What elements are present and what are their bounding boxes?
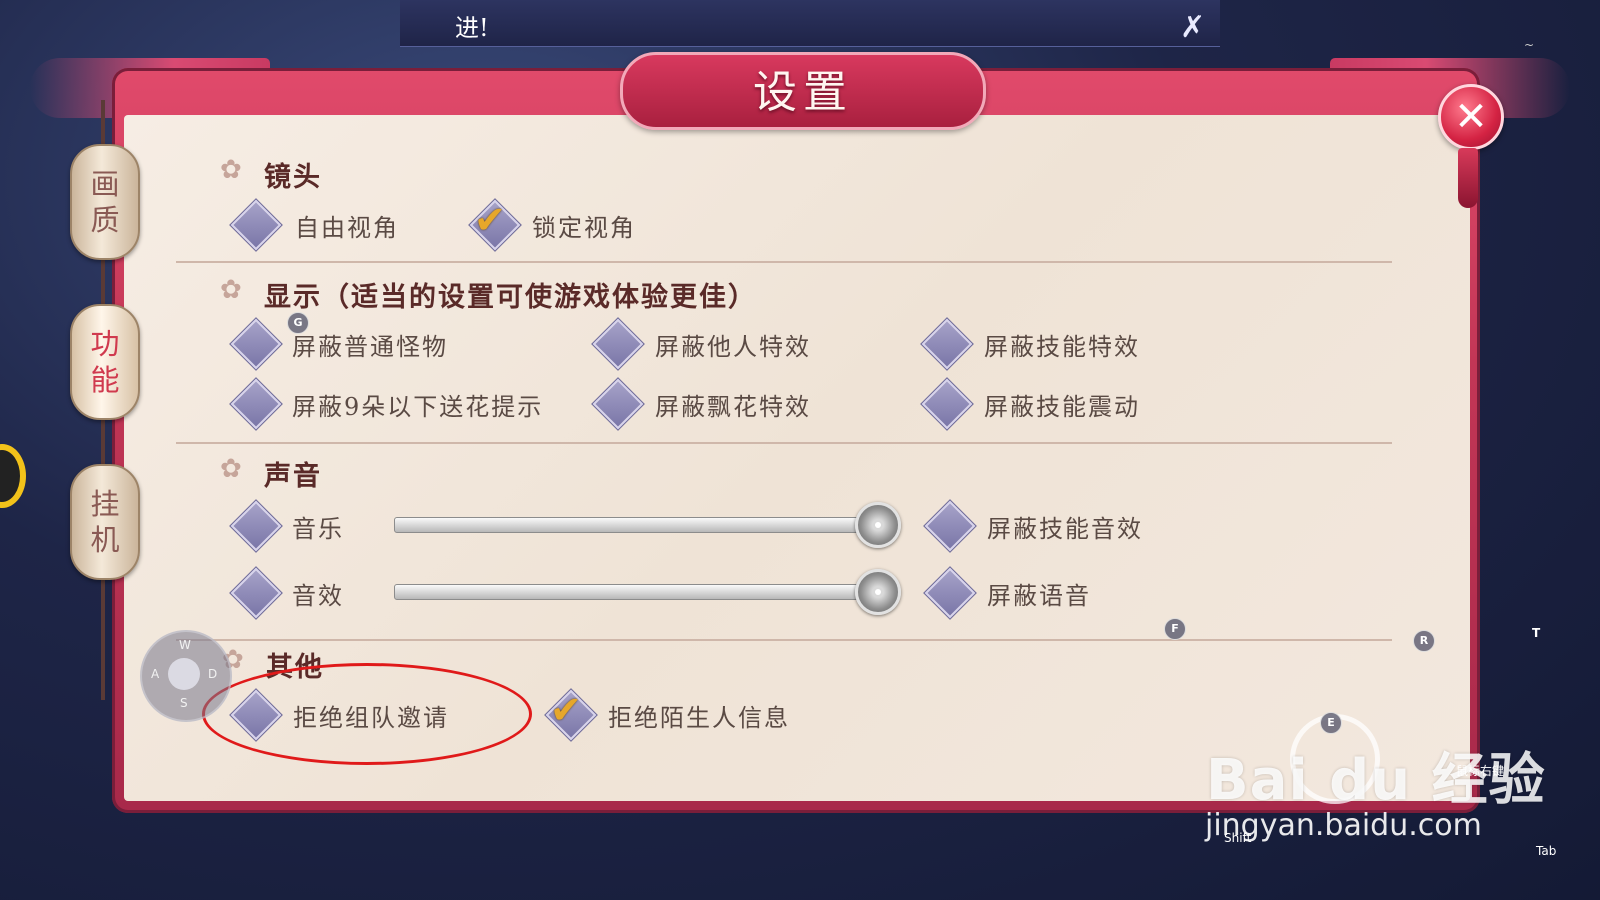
joystick-center <box>168 658 200 690</box>
mute-skill-sound-label: 屏蔽技能音效 <box>987 515 1143 543</box>
knob-center-dot <box>875 522 881 528</box>
key-a: A <box>151 667 160 681</box>
chat-bar <box>400 0 1220 47</box>
tassel-ornament <box>1458 148 1478 208</box>
music-label: 音乐 <box>292 515 344 543</box>
ring-icon <box>0 444 26 508</box>
key-hint-e: E <box>1320 712 1342 734</box>
tilde-key-hint: ~ <box>1524 38 1535 52</box>
key-s: S <box>180 696 188 710</box>
music-slider-track[interactable] <box>394 517 868 533</box>
divider <box>176 442 1392 444</box>
key-hint-t: T <box>1532 626 1541 640</box>
close-button[interactable]: ✕ <box>1438 84 1504 150</box>
section-title-display: 显示（适当的设置可使游戏体验更佳） <box>264 282 757 313</box>
option-label: 屏蔽9朵以下送花提示 <box>292 393 544 421</box>
knob-center-dot <box>875 589 881 595</box>
key-hint-g: G <box>287 312 309 334</box>
section-title-sound: 声音 <box>264 461 322 492</box>
tab-label: 能 <box>90 363 120 397</box>
sfx-slider-track[interactable] <box>394 584 868 600</box>
option-label: 自由视角 <box>295 214 399 242</box>
key-hint-shift: Shift <box>1224 831 1252 845</box>
tab-auto-battle[interactable]: 挂 机 <box>70 464 140 580</box>
tab-function[interactable]: 功 能 <box>70 304 140 420</box>
chat-message: 进! <box>455 14 489 42</box>
flower-icon: ✿ <box>220 275 242 305</box>
option-label: 屏蔽飘花特效 <box>655 393 811 421</box>
key-hint-tab: Tab <box>1536 844 1557 858</box>
option-label: 拒绝陌生人信息 <box>608 704 790 732</box>
key-hint-r: R <box>1413 630 1435 652</box>
key-d: D <box>208 667 218 681</box>
checkmark-icon: ✔ <box>474 198 506 242</box>
option-label: 屏蔽技能特效 <box>984 333 1140 361</box>
tab-graphics[interactable]: 画 质 <box>70 144 140 260</box>
tab-label: 质 <box>90 203 120 237</box>
sfx-slider-knob[interactable] <box>855 569 901 615</box>
divider <box>176 261 1392 263</box>
option-label: 屏蔽技能震动 <box>984 393 1140 421</box>
page-title: 设置 <box>753 67 853 118</box>
flower-icon: ✿ <box>220 155 242 185</box>
flower-icon: ✿ <box>220 454 242 484</box>
tab-label: 功 <box>90 327 120 361</box>
option-label: 屏蔽普通怪物 <box>292 333 448 361</box>
tab-label: 挂 <box>90 487 120 521</box>
key-w: W <box>179 638 191 652</box>
key-hint-right-click: 鼠标右键 <box>1456 764 1505 778</box>
key-hint-f: F <box>1164 618 1186 640</box>
checkmark-icon: ✔ <box>550 688 582 732</box>
option-label: 屏蔽他人特效 <box>655 333 811 361</box>
annotation-ellipse <box>202 663 532 765</box>
option-label: 锁定视角 <box>532 214 636 242</box>
tab-label: 机 <box>90 523 120 557</box>
section-title-camera: 镜头 <box>264 162 322 193</box>
divider <box>176 639 1392 641</box>
mute-voice-label: 屏蔽语音 <box>987 582 1091 610</box>
crossed-swords-icon[interactable]: ✗ <box>1180 10 1205 45</box>
music-slider-knob[interactable] <box>855 502 901 548</box>
tab-label: 画 <box>90 167 120 201</box>
sfx-label: 音效 <box>292 582 344 610</box>
